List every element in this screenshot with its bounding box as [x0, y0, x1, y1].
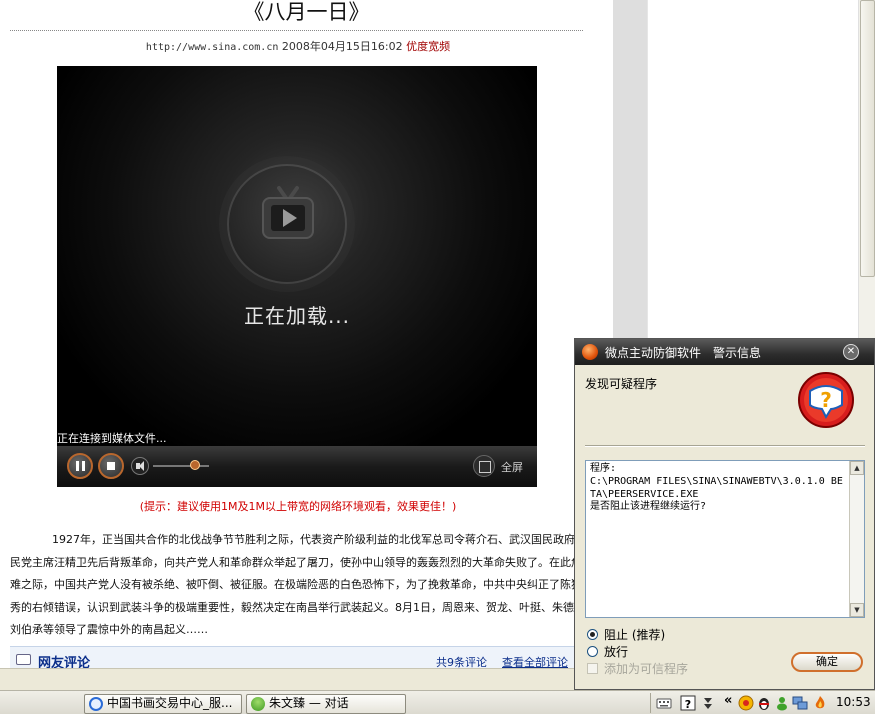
title-divider [10, 30, 583, 31]
dialog-titlebar[interactable]: 微点主动防御软件 警示信息 ✕ [575, 339, 874, 365]
source-url[interactable]: http://www.sina.com.cn [146, 42, 278, 53]
radio-allow[interactable]: 放行 [587, 643, 628, 660]
radio-block-indicator[interactable] [587, 629, 598, 640]
program-details-text: 程序: C:\PROGRAM FILES\SINA\SINAWEBTV\3.0.… [590, 463, 843, 513]
program-details-box[interactable]: 程序: C:\PROGRAM FILES\SINA\SINAWEBTV\3.0.… [585, 460, 865, 618]
scrollbar-thumb[interactable] [860, 0, 875, 277]
trust-checkbox-label: 添加为可信程序 [604, 662, 689, 676]
bandwidth-hint: (提示：建议使用1M及1M以上带宽的网络环境观看，效果更佳！) [139, 500, 457, 513]
volume-icon[interactable] [131, 457, 149, 475]
help-icon[interactable]: ? [680, 695, 696, 711]
taskbar-item-label: 朱文臻 — 对话 [269, 696, 349, 710]
dialog-close-button[interactable]: ✕ [843, 344, 859, 360]
comment-title[interactable]: 网友评论 [38, 652, 90, 668]
fullscreen-icon [473, 455, 495, 477]
svg-text:?: ? [685, 698, 691, 711]
tray-divider [650, 693, 651, 713]
dialog-separator [585, 445, 865, 447]
web-page: 《八月一日》 http://www.sina.com.cn 2008年04月15… [0, 0, 613, 668]
loading-text: 正在加载... [243, 304, 351, 328]
article-meta: http://www.sina.com.cn 2008年04月15日16:02 … [0, 38, 596, 54]
keyboard-icon[interactable] [656, 695, 672, 711]
fullscreen-button[interactable]: 全屏 [471, 455, 529, 479]
taskbar-item-label: 中国书画交易中心_服... [107, 696, 233, 710]
trust-checkbox-row[interactable]: 添加为可信程序 [587, 660, 688, 677]
qq-penguin-icon[interactable] [756, 695, 772, 711]
volume-slider-handle[interactable] [190, 460, 200, 470]
taskbar: 中国书画交易中心_服... 朱文臻 — 对话 ? « 10:53 [0, 690, 875, 714]
connection-status: 正在连接到媒体文件... [57, 432, 167, 445]
question-alert-icon: ? [798, 372, 854, 428]
ime-toggle-icon[interactable] [700, 695, 716, 711]
antivirus-tray-icon[interactable] [738, 695, 754, 711]
comment-bar: 网友评论 共9条评论 查看全部评论 [10, 646, 586, 668]
dialog-title: 微点主动防御软件 警示信息 [605, 346, 762, 360]
player-controls: 全屏 [57, 446, 537, 487]
ok-button[interactable]: 确定 [791, 652, 863, 672]
article-body: 1927年，正当国共合作的北伐战争节节胜利之际，代表资产阶级利益的北伐军总司令蒋… [10, 529, 586, 642]
radio-allow-indicator[interactable] [587, 646, 598, 657]
source-link[interactable]: 优度宽频 [406, 40, 450, 53]
scroll-up-arrow-icon[interactable]: ▲ [850, 461, 864, 475]
tv-play-icon [262, 186, 314, 239]
video-player[interactable]: 正在加载... 正在连接到媒体文件... 全屏 [57, 66, 537, 487]
taskbar-item-chat[interactable]: 朱文臻 — 对话 [246, 694, 406, 714]
view-all-comments-link[interactable]: 查看全部评论 [502, 654, 568, 668]
details-scrollbar[interactable]: ▲ ▼ [849, 461, 864, 617]
fullscreen-label: 全屏 [501, 461, 523, 474]
security-alert-dialog: 微点主动防御软件 警示信息 ✕ 发现可疑程序 ? 程序: C:\PROGRAM … [574, 338, 875, 690]
dialog-heading: 发现可疑程序 [585, 377, 658, 391]
article-title: 《八月一日》 [243, 0, 370, 24]
scroll-down-arrow-icon[interactable]: ▼ [850, 603, 864, 617]
radio-block-label: 阻止 (推荐) [604, 628, 666, 642]
video-screen[interactable]: 正在加载... 正在连接到媒体文件... [57, 66, 537, 446]
ie-icon [89, 697, 103, 711]
svg-text:?: ? [820, 388, 832, 412]
system-tray: ? « 10:53 [650, 693, 874, 714]
flame-icon[interactable] [812, 695, 828, 711]
volume-slider[interactable] [153, 465, 209, 467]
taskbar-item-browser[interactable]: 中国书画交易中心_服... [84, 694, 242, 714]
comment-count[interactable]: 共9条评论 [436, 654, 487, 668]
antivirus-app-icon [582, 344, 598, 360]
trust-checkbox[interactable] [587, 663, 598, 674]
network-icon[interactable] [792, 695, 808, 711]
pause-button[interactable] [67, 453, 93, 479]
messenger-tray-icon[interactable] [774, 695, 790, 711]
comment-icon [16, 654, 31, 665]
article-paragraph: 1927年，正当国共合作的北伐战争节节胜利之际，代表资产阶级利益的北伐军总司令蒋… [10, 533, 586, 637]
system-clock: 10:53 [836, 695, 871, 709]
stop-button[interactable] [98, 453, 124, 479]
publish-datetime: 2008年04月15日16:02 [281, 40, 403, 53]
radio-block[interactable]: 阻止 (推荐) [587, 626, 665, 643]
messenger-icon [251, 697, 265, 711]
radio-allow-label: 放行 [604, 645, 629, 659]
